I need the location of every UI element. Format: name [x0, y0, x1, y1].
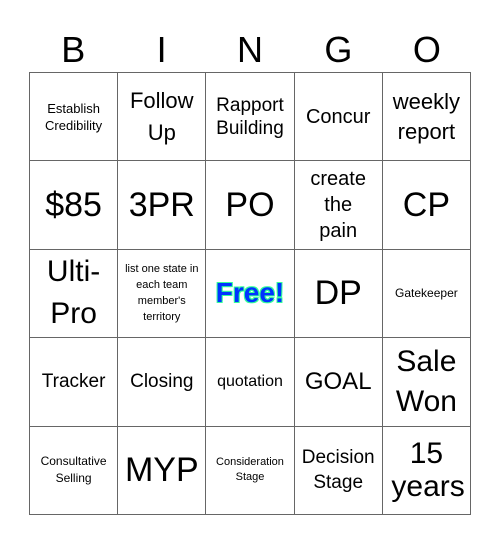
cell-text: 3PR: [128, 186, 195, 225]
bingo-cell[interactable]: GOAL: [294, 338, 383, 427]
bingo-cell[interactable]: Concur: [294, 73, 383, 162]
bingo-card-grid: Establish Credibility Follow Up Rapport …: [29, 72, 471, 515]
bingo-cell[interactable]: Consideration Stage: [206, 426, 295, 515]
cell-text: Rapport Building: [216, 94, 284, 139]
bingo-cell[interactable]: weekly report: [382, 73, 471, 162]
bingo-cell[interactable]: DP: [294, 249, 383, 339]
bingo-cell[interactable]: 15 years: [382, 426, 471, 515]
cell-text: Concur: [305, 105, 371, 128]
bingo-cell[interactable]: quotation: [206, 338, 295, 427]
cell-text: Sale Won: [395, 344, 457, 418]
header-letter-i: I: [156, 29, 167, 70]
cell-text: MYP: [124, 451, 199, 490]
header-letter-o: O: [412, 29, 441, 70]
cell-text: Decision Stage: [301, 447, 375, 494]
cell-text: Closing: [130, 371, 194, 393]
bingo-cell[interactable]: Gatekeeper: [382, 249, 471, 339]
cell-text: create the pain: [310, 168, 366, 243]
bingo-cell[interactable]: list one state in each team member's ter…: [118, 249, 207, 339]
bingo-cell[interactable]: Follow Up: [118, 73, 207, 162]
bingo-cell[interactable]: create the pain: [294, 161, 383, 250]
bingo-cell[interactable]: Establish Credibility: [30, 73, 119, 162]
free-space-label: Free!: [215, 277, 285, 309]
bingo-cell[interactable]: CP: [382, 161, 471, 250]
cell-text: PO: [225, 186, 275, 225]
header-letter-b: B: [61, 29, 86, 70]
bingo-cell[interactable]: Consultative Selling: [30, 426, 119, 515]
bingo-cell[interactable]: Tracker: [30, 338, 119, 427]
cell-text: 15 years: [391, 437, 465, 504]
bingo-cell[interactable]: Ulti-Pro: [30, 249, 119, 339]
bingo-cell[interactable]: 3PR: [118, 161, 207, 250]
cell-text: Establish Credibility: [45, 100, 103, 133]
cell-text: Follow Up: [129, 87, 194, 145]
bingo-cell[interactable]: Closing: [118, 338, 207, 427]
cell-text: Consultative Selling: [40, 454, 107, 486]
cell-text: $85: [45, 186, 102, 225]
cell-text: GOAL: [304, 367, 372, 395]
cell-text: Consideration Stage: [216, 456, 284, 484]
cell-text: CP: [402, 186, 450, 225]
bingo-cell[interactable]: Decision Stage: [294, 426, 383, 515]
cell-text: Gatekeeper: [395, 285, 458, 300]
bingo-cell[interactable]: PO: [206, 161, 295, 250]
header-letter-g: G: [324, 29, 353, 70]
bingo-header: B I N G O: [29, 28, 471, 72]
cell-text: weekly report: [392, 88, 461, 144]
bingo-cell[interactable]: MYP: [118, 426, 207, 515]
bingo-cell[interactable]: Sale Won: [382, 338, 471, 427]
cell-text: Tracker: [41, 371, 106, 393]
cell-text: list one state in each team member's ter…: [125, 263, 199, 324]
free-space-cell[interactable]: Free!: [206, 249, 295, 339]
cell-text: Ulti-Pro: [46, 255, 101, 331]
cell-text: quotation: [217, 373, 283, 391]
bingo-cell[interactable]: Rapport Building: [206, 73, 295, 162]
header-letter-n: N: [237, 29, 264, 70]
cell-text: DP: [314, 274, 362, 313]
bingo-cell[interactable]: $85: [30, 161, 119, 250]
